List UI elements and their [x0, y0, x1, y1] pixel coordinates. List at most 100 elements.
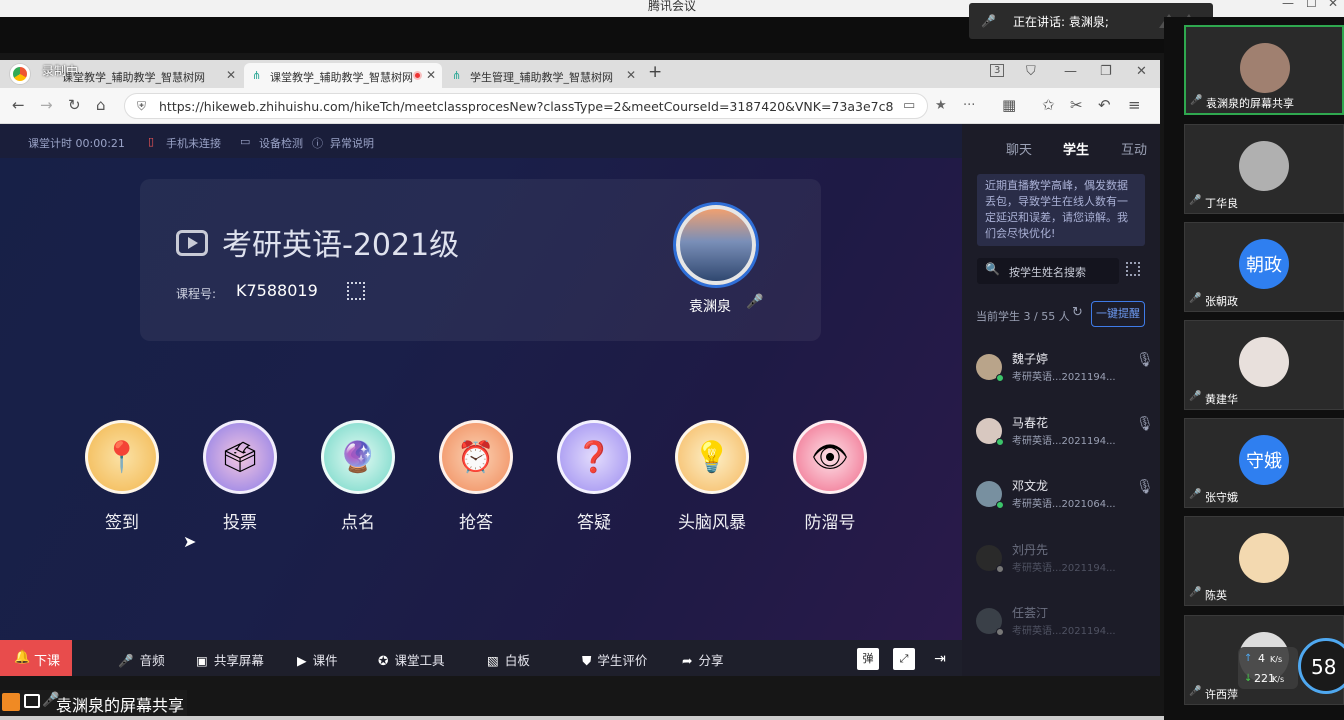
whiteboard-button[interactable]: ▧ 白板 [487, 650, 530, 669]
student-item[interactable]: 任荟汀 考研英语...2021194... [976, 604, 1154, 644]
taskbar-strip [0, 716, 1164, 720]
participant-name: 许西萍 [1189, 686, 1238, 702]
device-check[interactable]: 设备检测 [259, 135, 303, 151]
mic-icon[interactable]: 🎙 [1136, 352, 1154, 368]
phone-status[interactable]: 手机未连接 [166, 135, 221, 151]
collapse-panel-icon[interactable]: ⇥ [929, 648, 951, 670]
share-button[interactable]: ➦ 分享 [682, 650, 724, 669]
url-text: https://hikeweb.zhihuishu.com/hikeTch/me… [159, 99, 894, 114]
student-name: 任荟汀 [1012, 606, 1049, 620]
tab-student-management[interactable]: ⋔ 学生管理_辅助教学_智慧树网 ✕ [444, 63, 642, 88]
window-restore-icon[interactable]: ❐ [1100, 64, 1112, 79]
student-item[interactable]: 邓文龙 考研英语...2021064... 🎙 [976, 477, 1154, 517]
tab-classroom-2[interactable]: ⋔ 课堂教学_辅助教学_智慧树网 ✕ [244, 63, 442, 88]
participant-name: 张朝政 [1189, 293, 1238, 309]
tool-brainstorm[interactable]: 💡 头脑风暴 [657, 420, 767, 533]
teacher-mic-icon: 🎤 [746, 294, 764, 310]
audio-button[interactable]: 🎤 音频 [118, 650, 165, 669]
tab-students[interactable]: 学生 [1063, 139, 1089, 158]
tab-chat[interactable]: 聊天 [1006, 139, 1032, 158]
student-info: 考研英语...2021194... [1012, 436, 1116, 447]
tool-label: 防溜号 [804, 513, 856, 533]
favorites-icon[interactable]: ✩ [1042, 96, 1055, 114]
tab-label: 课堂教学_辅助教学_智慧树网 [270, 71, 413, 84]
shield-icon: ⛨ [137, 99, 147, 113]
back-icon[interactable]: ← [12, 96, 25, 114]
tab-interaction[interactable]: 互动 [1121, 139, 1147, 158]
address-bar[interactable]: ⛨ https://hikeweb.zhihuishu.com/hikeTch/… [124, 93, 975, 119]
cast-icon[interactable]: ▭ [903, 98, 915, 113]
fullscreen-icon[interactable]: ⤢ [893, 648, 915, 670]
tab-close-icon[interactable]: ✕ [626, 68, 636, 82]
download-unit: K/s [1272, 675, 1285, 684]
tool-rollcall[interactable]: 🔮 点名 [303, 420, 413, 533]
course-card: 考研英语-2021级 课程号: K7588019 袁渊泉 🎤 [140, 179, 821, 341]
reload-icon[interactable]: ↻ [68, 96, 81, 114]
menu-icon[interactable]: ≡ [1128, 96, 1141, 114]
class-tools-button[interactable]: ✪ 课堂工具 [378, 650, 445, 669]
minimize-icon[interactable]: — [1282, 0, 1294, 10]
toolbar-label: 共享屏幕 [213, 653, 264, 668]
danmu-toggle[interactable]: 弹 [857, 648, 879, 670]
participant-avatar [1240, 43, 1290, 93]
notice-box: 近期直播教学高峰，偶发数据丢包，导致学生在线人数有一定延迟和误差，请您谅解。我们… [977, 174, 1145, 246]
tool-checkin[interactable]: 📍 签到 [67, 420, 177, 533]
tool-anti-distraction[interactable]: 👁 防溜号 [775, 420, 885, 533]
mic-icon[interactable]: 🎙 [1136, 416, 1154, 432]
participant-avatar [1239, 141, 1289, 191]
toolbar-label: 分享 [698, 653, 724, 668]
tool-quick-answer[interactable]: ⏰ 抢答 [421, 420, 531, 533]
end-class-label: 下课 [34, 654, 61, 669]
home-icon[interactable]: ⌂ [96, 96, 106, 114]
network-speed: ↑ 4 K/s ↓ 221 K/s [1238, 647, 1298, 689]
student-evaluation-button[interactable]: ⛊ 学生评价 [582, 650, 647, 669]
browser-logo-icon [10, 64, 30, 84]
mic-icon: 🎤 [118, 653, 134, 668]
student-item[interactable]: 刘丹先 考研英语...2021194... [976, 541, 1154, 581]
new-tab-icon[interactable]: + [648, 62, 662, 82]
student-name: 魏子婷 [1012, 352, 1049, 366]
tab-close-icon[interactable]: ✕ [226, 68, 236, 82]
toolbar-label: 白板 [504, 653, 530, 668]
participant-tile[interactable]: 朝政 张朝政 [1184, 222, 1344, 312]
share-screen-button[interactable]: ▣ 共享屏幕 [196, 650, 264, 669]
exception-info[interactable]: 异常说明 [330, 135, 374, 151]
tool-qa[interactable]: ❓ 答疑 [539, 420, 649, 533]
star-icon[interactable]: ★ [935, 98, 947, 113]
shirt-icon[interactable]: ⛉ [1026, 64, 1036, 79]
remind-all-button[interactable]: 一键提醒 [1091, 301, 1145, 327]
participant-tile[interactable]: 守娥 张守娥 [1184, 418, 1344, 508]
tab-close-icon[interactable]: ✕ [426, 68, 436, 82]
bottom-toolbar: 🔔 下课 🎤 音频 ▣ 共享屏幕 ▶ 课件 ✪ 课堂工具 ▧ 白板 ⛊ 学生评价 ➦ 分享 弹… [0, 640, 962, 676]
more-icon[interactable]: ··· [963, 98, 975, 113]
tool-vote[interactable]: 🗳 投票 [185, 420, 295, 533]
undo-icon[interactable]: ↶ [1098, 96, 1111, 114]
student-item[interactable]: 魏子婷 考研英语...2021194... 🎙 [976, 350, 1154, 390]
participant-tile[interactable]: 袁渊泉的屏幕共享 [1184, 25, 1344, 115]
window-close-icon[interactable]: ✕ [1136, 64, 1147, 79]
upload-speed: 4 [1258, 652, 1265, 665]
end-class-button[interactable]: 🔔 下课 [0, 640, 72, 676]
teacher-name: 袁渊泉 [689, 299, 731, 315]
student-item[interactable]: 马春花 考研英语...2021194... 🎙 [976, 414, 1154, 454]
participant-tile[interactable]: 黄建华 [1184, 320, 1344, 410]
apps-grid-icon[interactable]: ▦ [1002, 96, 1016, 114]
scissors-icon[interactable]: ✂ [1070, 96, 1083, 114]
close-icon[interactable]: ✕ [1328, 0, 1338, 10]
participant-tile[interactable]: 丁华良 [1184, 124, 1344, 214]
window-minimize-icon[interactable]: — [1064, 64, 1077, 79]
panel-footer [962, 640, 1160, 676]
qrcode-icon[interactable] [347, 282, 365, 300]
tab-count-badge[interactable]: 3 [990, 64, 1005, 77]
student-search-input[interactable]: 🔍 按学生姓名搜索 [977, 258, 1119, 284]
scan-qrcode-icon[interactable] [1126, 262, 1140, 276]
maximize-icon[interactable]: ☐ [1306, 0, 1317, 10]
refresh-icon[interactable]: ↻ [1072, 305, 1083, 320]
courseware-button[interactable]: ▶ 课件 [297, 650, 338, 669]
whiteboard-icon: ▧ [487, 653, 499, 668]
course-number: K7588019 [236, 281, 318, 300]
screen-icon: ▣ [196, 653, 208, 668]
mic-icon[interactable]: 🎙 [1136, 479, 1154, 495]
participant-tile[interactable]: 陈英 [1184, 516, 1344, 606]
forward-icon[interactable]: → [40, 96, 53, 114]
